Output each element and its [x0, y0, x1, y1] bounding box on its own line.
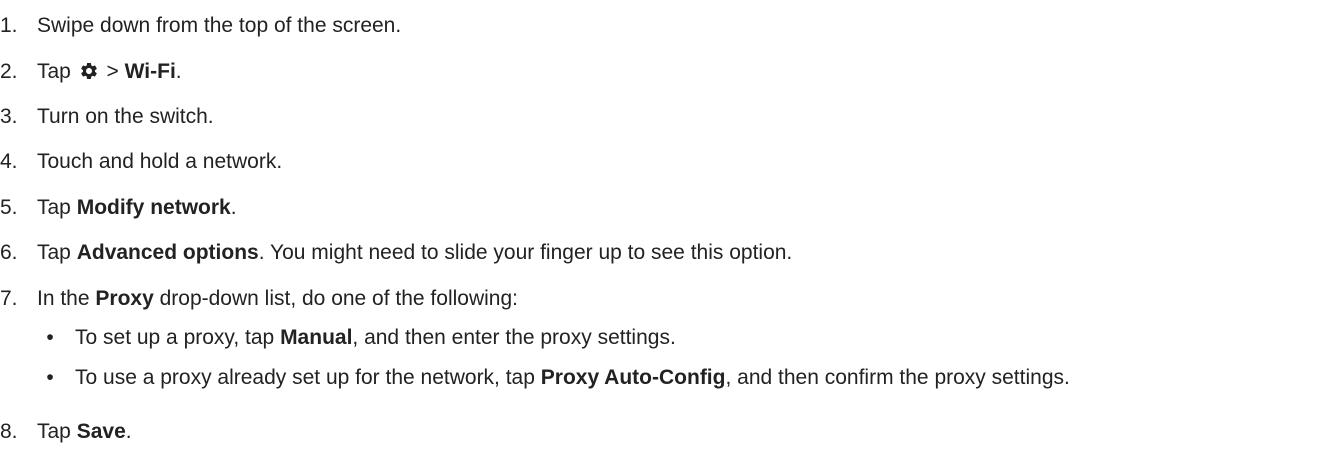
bullet-glyph: • [46, 366, 54, 389]
step-text-part: . You might need to slide your finger up… [258, 241, 793, 264]
step-text-part: Tap [37, 241, 77, 264]
bullet-text-bold: Manual [280, 326, 353, 349]
step-number: 8. [0, 420, 18, 443]
step-number: 5. [0, 196, 18, 219]
step-8: 8. Tap Save. [0, 417, 1327, 447]
step-text: Touch and hold a network. [37, 147, 282, 177]
bullet-text-part: , and then enter the proxy settings. [352, 326, 676, 349]
bullet-text: To set up a proxy, tap Manual, and then … [75, 323, 676, 353]
step-text: Tap Modify network. [37, 193, 237, 223]
step-text-part: Tap [37, 196, 77, 219]
step-5: 5. Tap Modify network. [0, 193, 1327, 223]
step-6: 6. Tap Advanced options. You might need … [0, 238, 1327, 268]
step-number: 1. [0, 14, 18, 37]
bullet-text-bold: Proxy Auto-Config [540, 366, 726, 389]
step-1: 1. Swipe down from the top of the screen… [0, 11, 1327, 41]
step-text-bold: Advanced options [76, 241, 259, 264]
step-text-part: . [125, 420, 132, 443]
step-text-part: . [230, 196, 237, 219]
sub-bullet-1: • To set up a proxy, tap Manual, and the… [0, 323, 1327, 353]
bullet-glyph: • [46, 326, 54, 349]
settings-gear-icon [79, 60, 99, 80]
step-number: 4. [0, 150, 18, 173]
bullet-text: To use a proxy already set up for the ne… [75, 363, 1070, 393]
step-7: 7. In the Proxy drop-down list, do one o… [0, 284, 1327, 314]
step-text-part: Tap [37, 420, 77, 443]
bullet-text-part: To use a proxy already set up for the ne… [75, 366, 541, 389]
step-text: Tap Advanced options. You might need to … [37, 238, 792, 268]
step-text-bold: Wi-Fi [124, 60, 176, 83]
step-text-part: Touch and hold a network. [37, 150, 283, 173]
bullet-text-part: To set up a proxy, tap [75, 326, 281, 349]
step-4: 4. Touch and hold a network. [0, 147, 1327, 177]
step-text-part: Swipe down from the top of the screen. [37, 14, 402, 37]
step-text: Tap > Wi-Fi. [37, 57, 182, 87]
step-text-part: . [175, 60, 182, 83]
step-number: 3. [0, 105, 18, 128]
step-3: 3. Turn on the switch. [0, 102, 1327, 132]
step-text-bold: Save [76, 420, 126, 443]
step-text: Turn on the switch. [37, 102, 214, 132]
step-text-bold: Proxy [95, 287, 154, 310]
step-2: 2. Tap > Wi-Fi. [0, 57, 1327, 87]
step-text-part: In the [37, 287, 96, 310]
step-text-part: Turn on the switch. [37, 105, 214, 128]
step-text-bold: Modify network [76, 196, 231, 219]
step-text: Tap Save. [37, 417, 132, 447]
step-text: Swipe down from the top of the screen. [37, 11, 401, 41]
step-number: 7. [0, 287, 18, 310]
step-text-part: Tap [37, 60, 71, 83]
step-text: In the Proxy drop-down list, do one of t… [37, 284, 518, 314]
step-text-part: drop-down list, do one of the following: [153, 287, 518, 310]
step-number: 2. [0, 60, 18, 83]
bullet-text-part: , and then confirm the proxy settings. [725, 366, 1070, 389]
step-number: 6. [0, 241, 18, 264]
sub-bullet-2: • To use a proxy already set up for the … [0, 363, 1327, 393]
step-text-part: > [106, 60, 119, 83]
